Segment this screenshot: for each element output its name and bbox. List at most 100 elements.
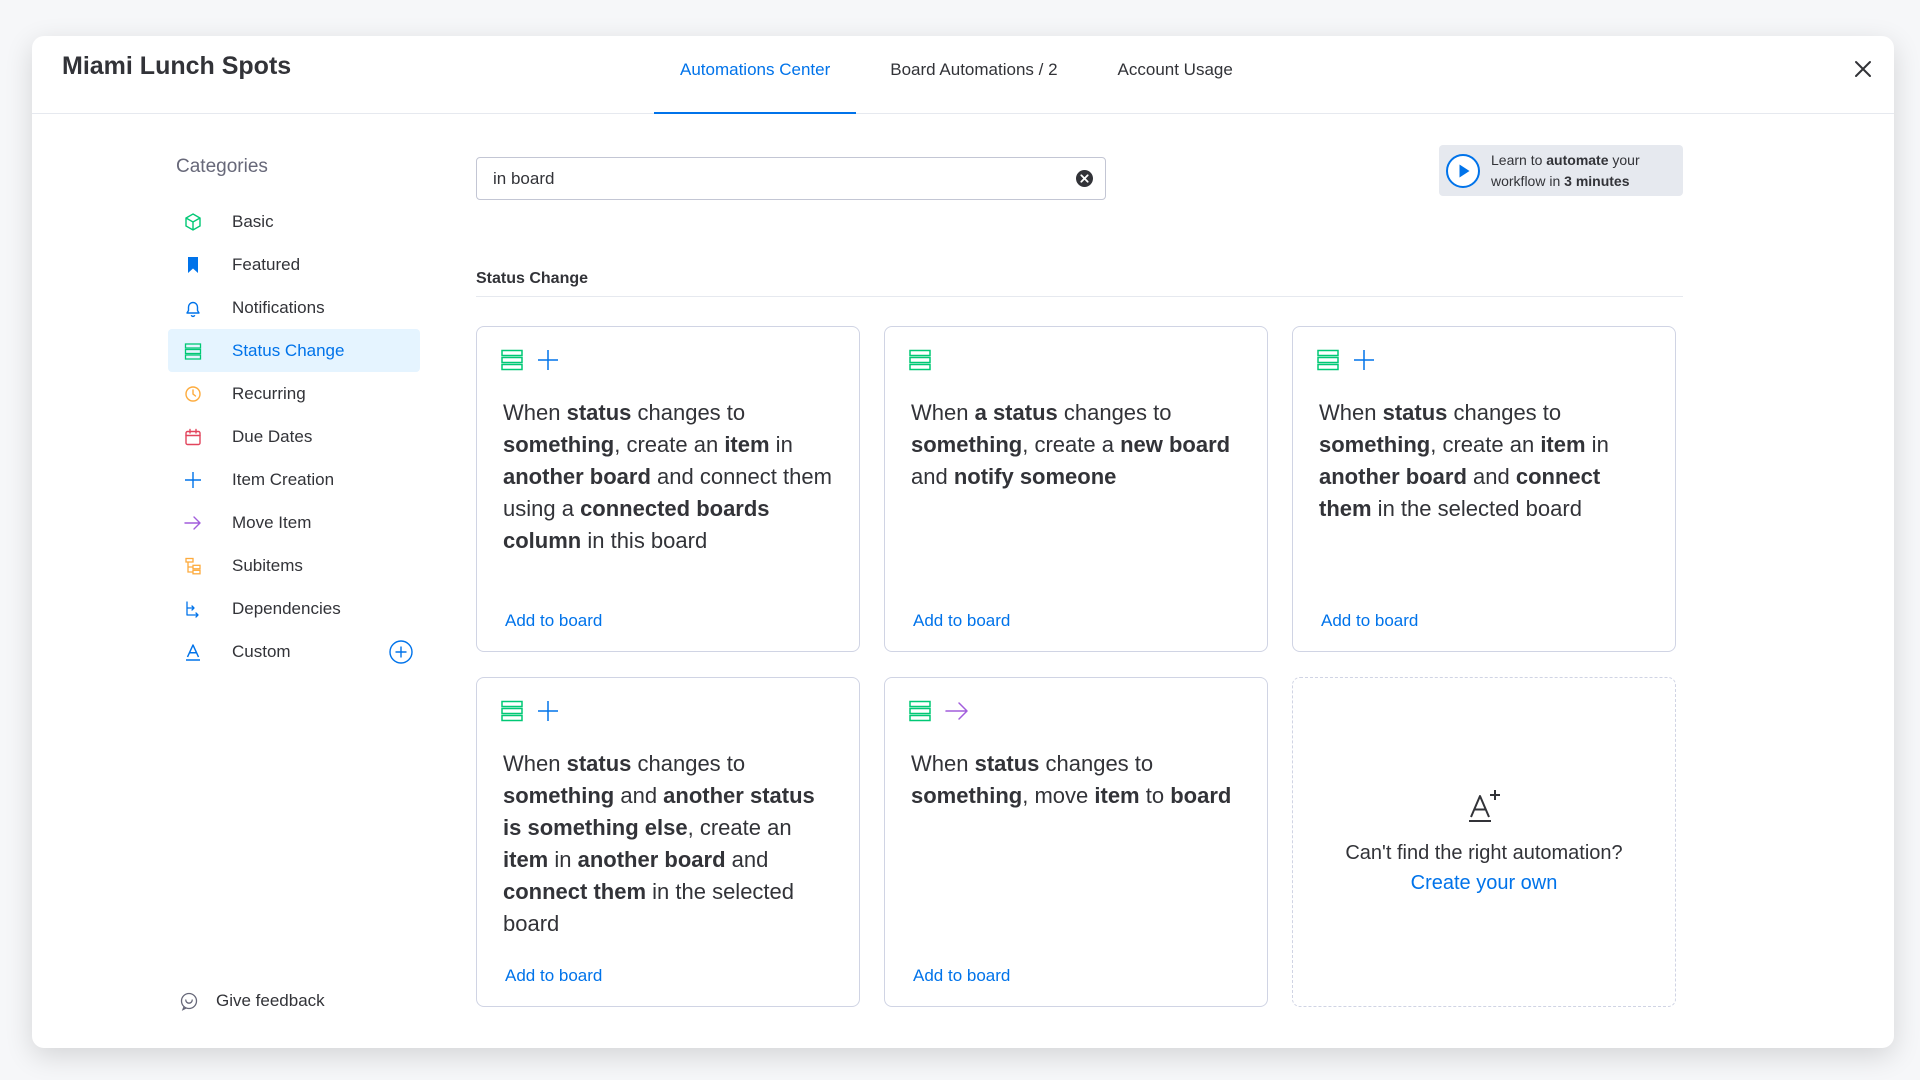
sidebar-item-notifications[interactable]: Notifications [168,286,420,329]
recipe-keyword: something [503,783,615,808]
custom-automation-icon [1464,786,1504,826]
plus-icon [537,700,573,727]
add-to-board-link[interactable]: Add to board [913,611,1010,631]
recipe-text: in [769,432,793,457]
learn-text: Learn to automate your workflow in 3 min… [1491,150,1683,192]
recipe-text: When [503,400,567,425]
recipe-text: , create an [1430,432,1541,457]
automation-card[interactable]: When status changes to something, create… [1292,326,1676,652]
automation-recipe-text: When status changes to something, create… [1319,397,1649,525]
add-to-board-link[interactable]: Add to board [913,966,1010,986]
section-title: Status Change [476,270,589,287]
automation-card[interactable]: When status changes to something, move i… [884,677,1268,1007]
arrow-right-icon [945,700,983,727]
tab-automations-center[interactable]: Automations Center [654,36,857,114]
plus-icon [537,349,573,376]
recipe-text: in [548,847,578,872]
tab-account-usage[interactable]: Account Usage [1092,36,1259,114]
recipe-text: and [911,464,954,489]
sidebar-item-status-change[interactable]: Status Change [168,329,420,372]
clear-search-icon[interactable] [1075,169,1094,188]
recipe-keyword: board [1170,783,1232,808]
sidebar-item-label: Custom [232,641,291,661]
custom-automation-content: Can't find the right automation? Create … [1293,786,1675,898]
plus-icon [182,469,204,491]
recipe-text: , create a [1022,432,1121,457]
sidebar-item-label: Item Creation [232,469,335,489]
search-input[interactable] [493,158,1053,199]
search-field [476,157,1106,200]
tab-board-automations[interactable]: Board Automations / 2 [864,36,1083,114]
give-feedback-button[interactable]: Give feedback [178,990,325,1012]
automations-modal: Miami Lunch Spots Automations Center Boa… [32,36,1894,1048]
categories-title: Categories [176,156,268,177]
sidebar-item-item-creation[interactable]: Item Creation [168,458,420,501]
recipe-text: changes to [1057,400,1172,425]
automation-card[interactable]: When status changes to something and ano… [476,677,860,1007]
board-title: Miami Lunch Spots [62,52,292,80]
add-to-board-link[interactable]: Add to board [505,611,602,631]
custom-text-icon [182,641,204,663]
card-icons [501,700,573,727]
add-to-board-link[interactable]: Add to board [505,966,602,986]
recipe-keyword: another board [503,464,651,489]
recipe-text: changes to [1447,400,1562,425]
recipe-text: , create an [687,815,792,840]
recipe-keyword: something [503,432,615,457]
dependencies-icon [182,598,204,620]
sidebar-item-featured[interactable]: Featured [168,243,420,286]
recipe-text: changes to [631,751,746,776]
sidebar-item-basic[interactable]: Basic [168,200,420,243]
recipe-keyword: status [1382,400,1448,425]
add-to-board-link[interactable]: Add to board [1321,611,1418,631]
recipe-text: and [1466,464,1516,489]
recipe-keyword: a status [974,400,1058,425]
automation-card[interactable]: When a status changes to something, crea… [884,326,1268,652]
recipe-keyword: status [974,751,1040,776]
automation-card[interactable]: When status changes to something, create… [476,326,860,652]
add-custom-icon[interactable] [388,639,414,665]
subitems-icon [182,555,204,577]
sidebar-item-label: Notifications [232,297,325,317]
sidebar-item-dependencies[interactable]: Dependencies [168,587,420,630]
card-icons [1317,349,1389,376]
sidebar-item-recurring[interactable]: Recurring [168,372,420,415]
learn-video-banner[interactable]: Learn to automate your workflow in 3 min… [1439,145,1683,196]
automation-recipe-text: When status changes to something, move i… [911,748,1241,812]
recipe-text: in [1585,432,1609,457]
recipe-keyword: new board [1120,432,1231,457]
recipe-text: in this board [581,528,708,553]
sidebar-item-move-item[interactable]: Move Item [168,501,420,544]
recipe-text: When [1319,400,1383,425]
arrow-right-icon [182,512,204,534]
sidebar-item-custom[interactable]: Custom [168,630,420,673]
recipe-keyword: status [566,400,632,425]
sidebar-item-subitems[interactable]: Subitems [168,544,420,587]
status-columns-icon [909,349,945,376]
card-icons [501,349,573,376]
recipe-text: , move [1022,783,1095,808]
calendar-icon [182,426,204,448]
sidebar-item-label: Subitems [232,555,303,575]
learn-text-bold: 3 minutes [1564,172,1630,189]
section-divider [476,296,1683,297]
recipe-keyword: something [911,432,1023,457]
recipe-keyword: notify someone [953,464,1117,489]
close-icon[interactable] [1848,54,1878,84]
sidebar-item-due-dates[interactable]: Due Dates [168,415,420,458]
recipe-text: and [725,847,769,872]
sidebar-item-label: Due Dates [232,426,313,446]
feedback-icon [178,990,200,1012]
automation-recipe-text: When a status changes to something, crea… [911,397,1241,493]
recipe-text: changes to [1039,751,1154,776]
recipe-keyword: another board [577,847,726,872]
play-icon [1445,153,1481,189]
recipe-keyword: item [503,847,549,872]
learn-text-bold: automate [1546,151,1609,168]
sidebar-item-label: Featured [232,254,301,274]
create-your-own-link[interactable]: Create your own [1293,868,1675,898]
recipe-keyword: item [724,432,770,457]
recipe-keyword: connect them [503,879,647,904]
cube-icon [182,211,204,233]
recipe-text: and [614,783,664,808]
